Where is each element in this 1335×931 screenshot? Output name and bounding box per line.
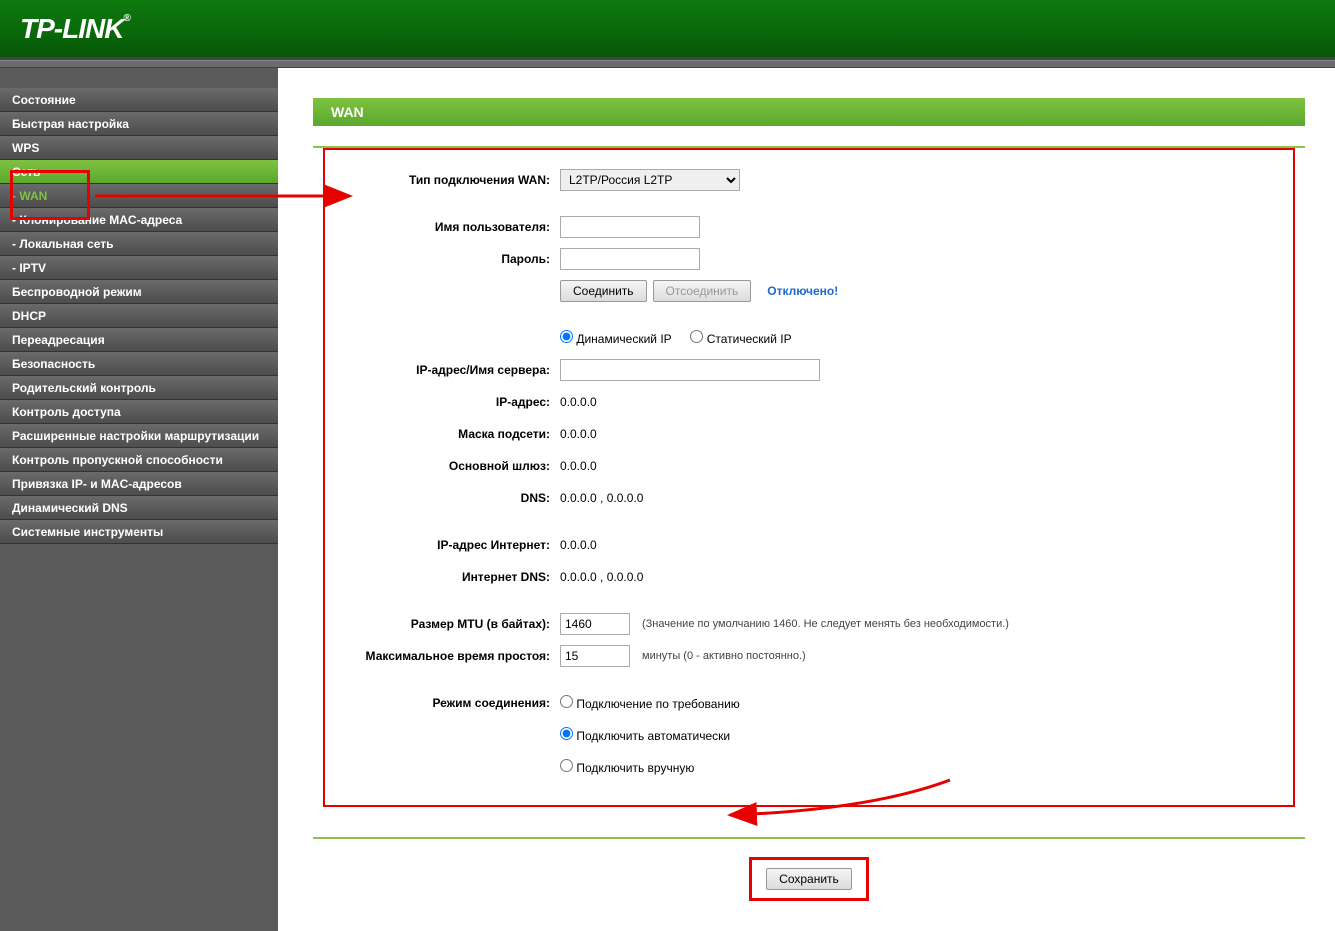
sidebar-item-4[interactable]: - WAN: [0, 184, 278, 208]
brand-logo: TP-LINK®: [20, 13, 130, 45]
sidebar-item-17[interactable]: Динамический DNS: [0, 496, 278, 520]
conn-mode-auto-radio[interactable]: [560, 727, 573, 740]
sidebar-item-9[interactable]: DHCP: [0, 304, 278, 328]
connection-status: Отключено!: [767, 284, 838, 298]
save-highlight-box: Сохранить: [749, 857, 869, 901]
mtu-label: Размер MTU (в байтах):: [335, 617, 560, 631]
sidebar-item-5[interactable]: - Клонирование MAC-адреса: [0, 208, 278, 232]
ip-mode-dynamic-radio[interactable]: [560, 330, 573, 343]
connect-button[interactable]: Соединить: [560, 280, 647, 302]
sidebar-item-18[interactable]: Системные инструменты: [0, 520, 278, 544]
ip-mode-static-label[interactable]: Статический IP: [690, 330, 791, 346]
mask-label: Маска подсети:: [335, 427, 560, 441]
idle-label: Максимальное время простоя:: [335, 649, 560, 663]
conn-mode-manual-radio[interactable]: [560, 759, 573, 772]
sidebar: СостояниеБыстрая настройкаWPSСеть- WAN- …: [0, 68, 278, 931]
save-button[interactable]: Сохранить: [766, 868, 852, 890]
sidebar-item-8[interactable]: Беспроводной режим: [0, 280, 278, 304]
ip-value: 0.0.0.0: [560, 395, 597, 409]
page-title: WAN: [313, 98, 1305, 126]
sidebar-item-1[interactable]: Быстрая настройка: [0, 112, 278, 136]
server-label: IP-адрес/Имя сервера:: [335, 363, 560, 377]
sidebar-item-14[interactable]: Расширенные настройки маршрутизации: [0, 424, 278, 448]
sidebar-item-11[interactable]: Безопасность: [0, 352, 278, 376]
conn-mode-ondemand-label[interactable]: Подключение по требованию: [560, 695, 740, 711]
dns-label: DNS:: [335, 491, 560, 505]
username-input[interactable]: [560, 216, 700, 238]
inet-ip-value: 0.0.0.0: [560, 538, 597, 552]
sidebar-item-2[interactable]: WPS: [0, 136, 278, 160]
sidebar-item-7[interactable]: - IPTV: [0, 256, 278, 280]
idle-hint: минуты (0 - активно постоянно.): [642, 650, 806, 662]
inet-ip-label: IP-адрес Интернет:: [335, 538, 560, 552]
conn-mode-ondemand-radio[interactable]: [560, 695, 573, 708]
username-label: Имя пользователя:: [335, 220, 560, 234]
header-divider: [0, 60, 1335, 68]
password-input[interactable]: [560, 248, 700, 270]
dns-value: 0.0.0.0 , 0.0.0.0: [560, 491, 643, 505]
conn-mode-manual-label[interactable]: Подключить вручную: [560, 759, 694, 775]
wan-type-label: Тип подключения WAN:: [335, 173, 560, 187]
header: TP-LINK®: [0, 0, 1335, 60]
sidebar-item-15[interactable]: Контроль пропускной способности: [0, 448, 278, 472]
wan-type-select[interactable]: L2TP/Россия L2TP: [560, 169, 740, 191]
inet-dns-value: 0.0.0.0 , 0.0.0.0: [560, 570, 643, 584]
form-area: Тип подключения WAN: L2TP/Россия L2TP Им…: [323, 148, 1295, 807]
password-label: Пароль:: [335, 252, 560, 266]
ip-label: IP-адрес:: [335, 395, 560, 409]
sidebar-item-12[interactable]: Родительский контроль: [0, 376, 278, 400]
gateway-value: 0.0.0.0: [560, 459, 597, 473]
main-content: WAN Тип подключения WAN: L2TP/Россия L2T…: [278, 68, 1335, 931]
ip-mode-dynamic-label[interactable]: Динамический IP: [560, 330, 672, 346]
mask-value: 0.0.0.0: [560, 427, 597, 441]
idle-input[interactable]: [560, 645, 630, 667]
sidebar-item-10[interactable]: Переадресация: [0, 328, 278, 352]
sidebar-item-13[interactable]: Контроль доступа: [0, 400, 278, 424]
sidebar-item-3[interactable]: Сеть: [0, 160, 278, 184]
conn-mode-auto-label[interactable]: Подключить автоматически: [560, 727, 730, 743]
inet-dns-label: Интернет DNS:: [335, 570, 560, 584]
mtu-hint: (Значение по умолчанию 1460. Не следует …: [642, 618, 1009, 630]
mtu-input[interactable]: [560, 613, 630, 635]
conn-mode-label: Режим соединения:: [335, 696, 560, 710]
disconnect-button[interactable]: Отсоединить: [653, 280, 752, 302]
bottom-divider: [313, 837, 1305, 839]
server-input[interactable]: [560, 359, 820, 381]
sidebar-item-6[interactable]: - Локальная сеть: [0, 232, 278, 256]
ip-mode-static-radio[interactable]: [690, 330, 703, 343]
sidebar-item-0[interactable]: Состояние: [0, 88, 278, 112]
gateway-label: Основной шлюз:: [335, 459, 560, 473]
sidebar-item-16[interactable]: Привязка IP- и MAC-адресов: [0, 472, 278, 496]
